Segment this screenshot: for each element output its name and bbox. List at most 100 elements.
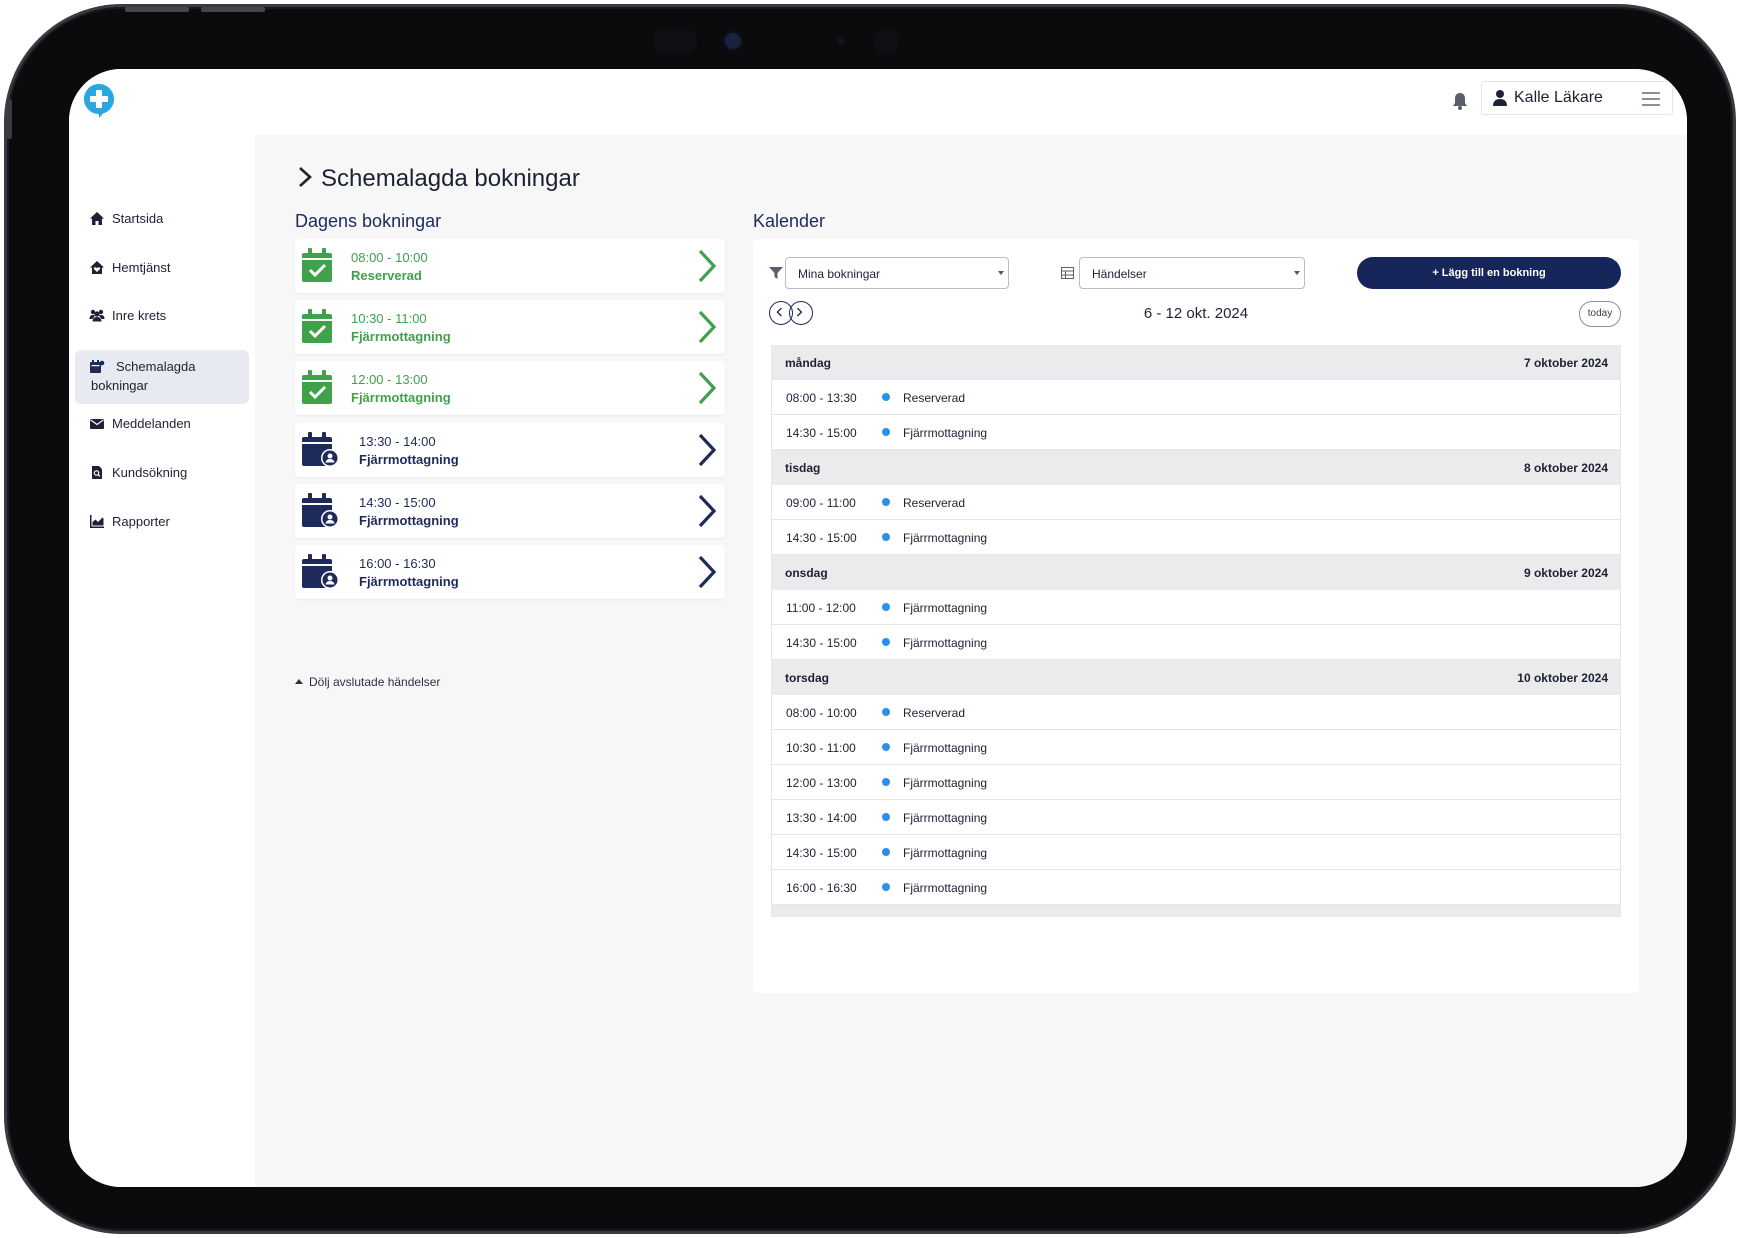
- calendar-heading: Kalender: [753, 211, 826, 231]
- event-row[interactable]: 08:00 - 13:30 Reserverad: [771, 380, 1621, 415]
- envelope-icon: [90, 419, 104, 429]
- event-dot: [882, 743, 890, 751]
- event-row[interactable]: 11:00 - 12:00 Fjärrmottagning: [771, 590, 1621, 625]
- event-dot: [882, 533, 890, 541]
- booking-type: Fjärrmottagning: [359, 452, 459, 467]
- chevron-right-icon[interactable]: [697, 554, 717, 590]
- sidebar-item-kundsokning[interactable]: Kundsökning: [75, 464, 249, 482]
- sidebar-item-startsida[interactable]: Startsida: [75, 210, 249, 228]
- top-bar: Kalle Läkare: [69, 69, 1687, 135]
- booking-card[interactable]: 14:30 - 15:00 Fjärrmottagning: [295, 484, 725, 538]
- event-list: måndag 7 oktober 2024 08:00 - 13:30 Reserv…: [771, 345, 1621, 917]
- filter-select[interactable]: Mina bokningar: [785, 257, 1009, 289]
- proximity-sensor: [837, 37, 845, 45]
- event-row[interactable]: 14:30 - 15:00 Fjärrmottagning: [771, 520, 1621, 555]
- calendar-user-icon: [302, 554, 339, 589]
- booking-card[interactable]: 12:00 - 13:00 Fjärrmottagning: [295, 361, 725, 415]
- add-booking-button[interactable]: + Lägg till en bokning: [1357, 257, 1621, 289]
- caret-up-icon: [295, 679, 303, 684]
- volume-button: [125, 7, 189, 12]
- caret-down-icon: [998, 271, 1004, 275]
- calendar-check-icon: [302, 309, 332, 343]
- hide-finished-events-link[interactable]: Dölj avslutade händelser: [295, 675, 440, 689]
- volume-button: [201, 7, 265, 12]
- day-header: torsdag 10 oktober 2024: [771, 660, 1621, 695]
- booking-type: Fjärrmottagning: [351, 390, 451, 405]
- booking-card[interactable]: 10:30 - 11:00 Fjärrmottagning: [295, 300, 725, 354]
- users-icon: [89, 309, 105, 322]
- calendar-panel: Mina bokningar Händelser + Lägg till en …: [753, 239, 1639, 993]
- day-header: måndag 7 oktober 2024: [771, 345, 1621, 380]
- chevron-right-icon[interactable]: [295, 166, 315, 188]
- house-heart-icon: [90, 261, 104, 274]
- page-title: Schemalagda bokningar: [295, 165, 580, 193]
- event-row[interactable]: 09:00 - 11:00 Reserverad: [771, 485, 1621, 520]
- event-dot: [882, 813, 890, 821]
- calendar-user-icon: [302, 432, 339, 467]
- booking-card[interactable]: 13:30 - 14:00 Fjärrmottagning: [295, 423, 725, 477]
- date-range: 6 - 12 okt. 2024: [1143, 305, 1249, 322]
- chevron-right-icon[interactable]: [697, 432, 717, 468]
- booking-card[interactable]: 16:00 - 16:30 Fjärrmottagning: [295, 545, 725, 599]
- event-dot: [882, 883, 890, 891]
- event-row[interactable]: 13:30 - 14:00 Fjärrmottagning: [771, 800, 1621, 835]
- event-dot: [882, 848, 890, 856]
- main-content: Schemalagda bokningar Dagens bokningar K…: [255, 135, 1687, 1187]
- app-logo-icon[interactable]: [83, 83, 115, 119]
- home-icon: [90, 212, 104, 225]
- event-row[interactable]: 14:30 - 15:00 Fjärrmottagning: [771, 415, 1621, 450]
- booking-time: 12:00 - 13:00: [351, 372, 428, 387]
- event-dot: [882, 393, 890, 401]
- chevron-right-icon[interactable]: [697, 248, 717, 284]
- calendar-user-icon: [302, 493, 339, 528]
- sidebar-item-inre-krets[interactable]: Inre krets: [75, 307, 249, 325]
- today-button[interactable]: today: [1579, 301, 1621, 327]
- hamburger-menu-icon[interactable]: [1642, 92, 1660, 106]
- booking-time: 16:00 - 16:30: [359, 556, 436, 571]
- screen: Kalle Läkare Startsida Hemtjänst Inre kr…: [69, 69, 1687, 1187]
- booking-card[interactable]: 08:00 - 10:00 Reserverad: [295, 239, 725, 293]
- chevron-right-icon[interactable]: [697, 370, 717, 406]
- list-scroll-edge: [771, 905, 1621, 917]
- table-icon: [1061, 267, 1074, 279]
- booking-type: Fjärrmottagning: [359, 574, 459, 589]
- event-dot: [882, 708, 890, 716]
- event-row[interactable]: 12:00 - 13:00 Fjärrmottagning: [771, 765, 1621, 800]
- sidebar-item-rapporter[interactable]: Rapporter: [75, 513, 249, 531]
- chevron-right-icon[interactable]: [697, 309, 717, 345]
- file-search-icon: [92, 466, 102, 479]
- booking-time: 13:30 - 14:00: [359, 434, 436, 449]
- front-camera: [725, 33, 741, 49]
- booking-type: Fjärrmottagning: [359, 513, 459, 528]
- sidebar: Startsida Hemtjänst Inre krets Schemalag…: [69, 135, 255, 1187]
- booking-type: Fjärrmottagning: [351, 329, 451, 344]
- event-row[interactable]: 14:30 - 15:00 Fjärrmottagning: [771, 625, 1621, 660]
- user-icon: [1493, 90, 1507, 106]
- event-dot: [882, 638, 890, 646]
- booking-time: 14:30 - 15:00: [359, 495, 436, 510]
- sidebar-item-schemalagda-bokningar[interactable]: Schemalagda bokningar: [75, 350, 249, 404]
- event-row[interactable]: 14:30 - 15:00 Fjärrmottagning: [771, 835, 1621, 870]
- booking-type: Reserverad: [351, 268, 422, 283]
- event-row[interactable]: 10:30 - 11:00 Fjärrmottagning: [771, 730, 1621, 765]
- view-select[interactable]: Händelser: [1079, 257, 1305, 289]
- user-menu[interactable]: Kalle Läkare: [1481, 81, 1673, 115]
- event-row[interactable]: 16:00 - 16:30 Fjärrmottagning: [771, 870, 1621, 905]
- day-header: tisdag 8 oktober 2024: [771, 450, 1621, 485]
- user-name: Kalle Läkare: [1514, 89, 1603, 106]
- event-dot: [882, 778, 890, 786]
- caret-down-icon: [1294, 271, 1300, 275]
- tablet-frame: Kalle Läkare Startsida Hemtjänst Inre kr…: [4, 4, 1736, 1234]
- day-header: onsdag 9 oktober 2024: [771, 555, 1621, 590]
- side-button: [7, 99, 12, 139]
- notification-bell-icon[interactable]: [1450, 90, 1470, 112]
- sensor: [653, 29, 697, 53]
- event-row[interactable]: 08:00 - 10:00 Reserverad: [771, 695, 1621, 730]
- sidebar-item-hemtjanst[interactable]: Hemtjänst: [75, 259, 249, 277]
- chart-icon: [90, 515, 104, 528]
- event-dot: [882, 428, 890, 436]
- sidebar-item-meddelanden[interactable]: Meddelanden: [75, 415, 249, 433]
- chevron-right-icon[interactable]: [697, 493, 717, 529]
- event-dot: [882, 498, 890, 506]
- filter-icon: [769, 267, 783, 279]
